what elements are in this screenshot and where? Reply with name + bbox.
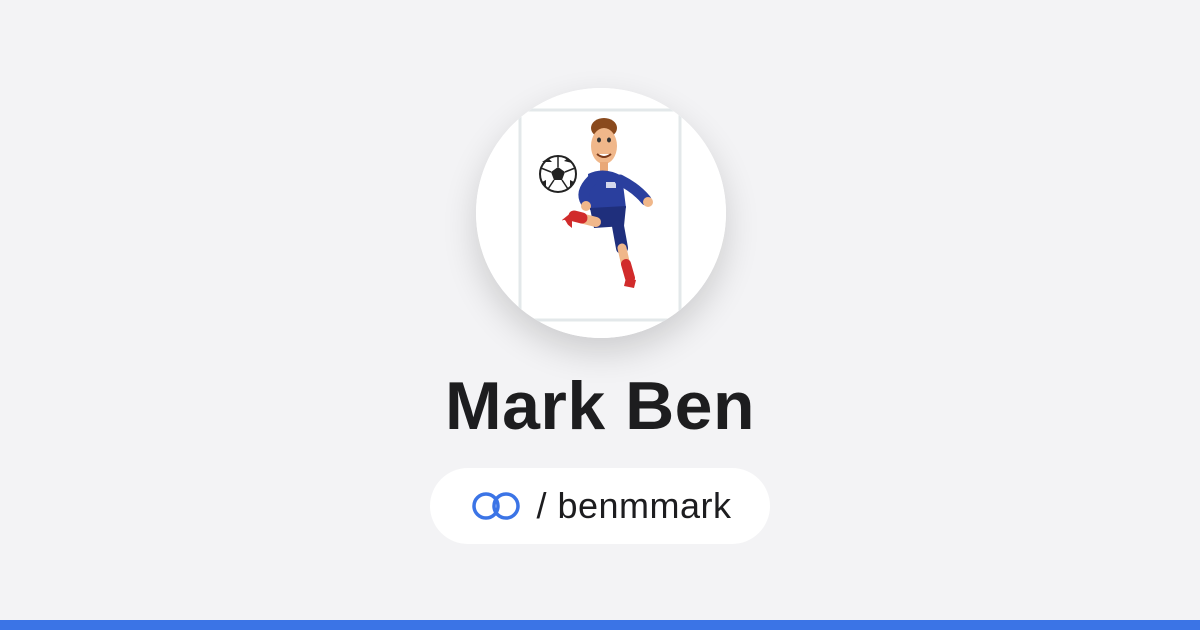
- display-name: Mark Ben: [444, 368, 756, 444]
- soccer-ball-icon: [539, 155, 577, 193]
- avatar[interactable]: [476, 88, 726, 338]
- handle-username: benmmark: [557, 485, 732, 526]
- avatar-image: [476, 88, 726, 338]
- profile-handle-link[interactable]: / benmmark: [430, 468, 770, 544]
- handle-prefix: /: [536, 485, 547, 526]
- profile-card: Mark Ben / benmmark: [0, 0, 1200, 630]
- linked-rings-icon: [472, 492, 521, 520]
- handle-text: / benmmark: [536, 486, 731, 526]
- accent-bar: [0, 620, 1200, 630]
